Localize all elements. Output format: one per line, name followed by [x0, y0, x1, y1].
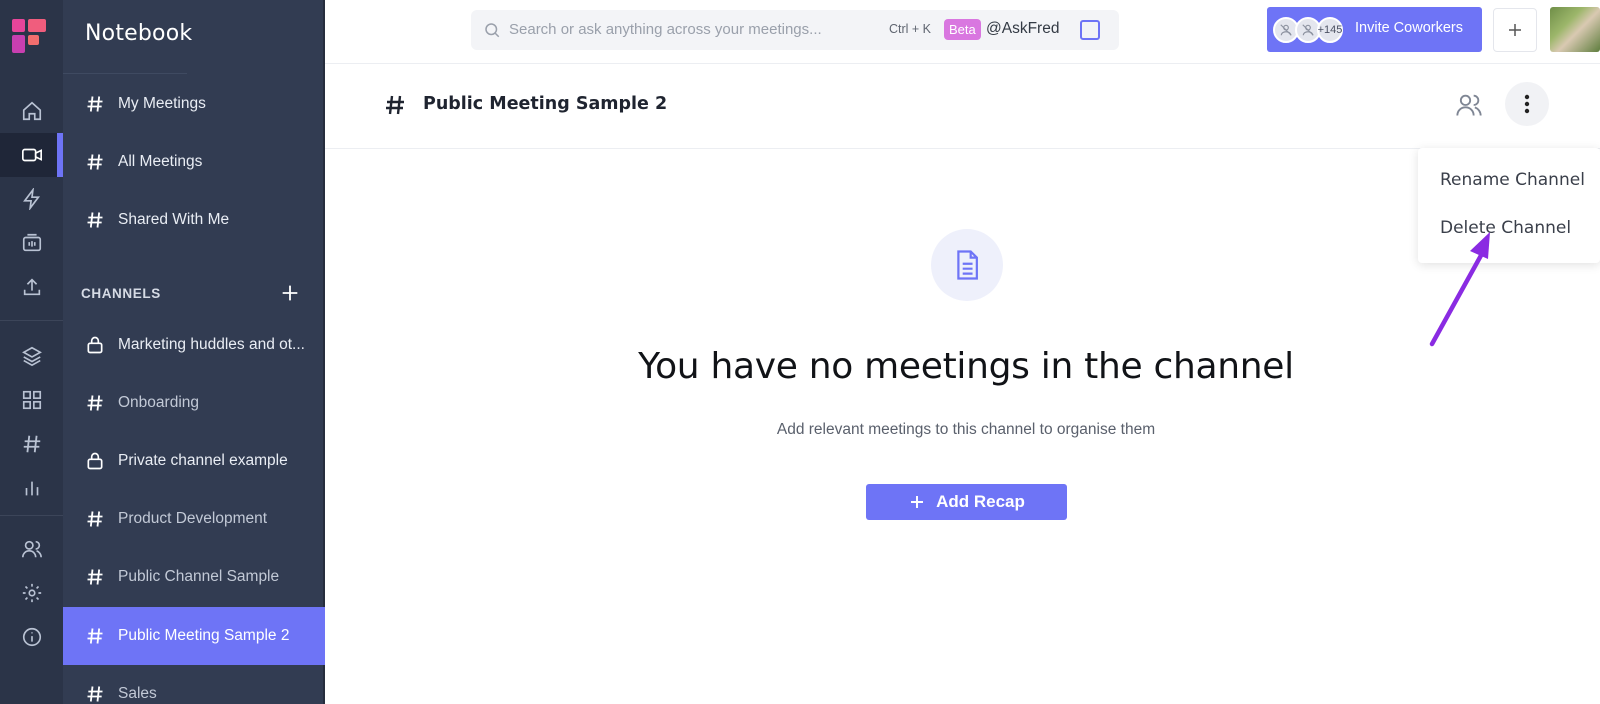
channels-section-title: CHANNELS — [81, 286, 161, 301]
hash-icon — [85, 567, 105, 587]
invite-coworkers-button[interactable]: +145 Invite Coworkers — [1267, 7, 1482, 52]
icon-rail — [0, 0, 63, 704]
search-shortcut-hint: Ctrl + K — [889, 22, 932, 36]
channel-title: Public Meeting Sample 2 — [423, 94, 668, 114]
global-search-bar[interactable]: Search or ask anything across your meeti… — [471, 10, 1119, 50]
sidebar-item-label: Shared With Me — [118, 211, 230, 228]
ask-fred-label[interactable]: @AskFred — [986, 20, 1059, 38]
video-icon[interactable] — [0, 133, 63, 177]
sidebar-item-label: Sales — [118, 685, 157, 702]
sidebar-item-public-meeting-sample-2[interactable]: Public Meeting Sample 2 — [63, 607, 325, 665]
settings-icon[interactable] — [0, 571, 63, 615]
app-brand: Notebook — [85, 21, 193, 46]
beta-badge: Beta — [944, 19, 981, 40]
add-recap-button[interactable]: Add Recap — [866, 484, 1067, 520]
sidebar-item-label: All Meetings — [118, 153, 203, 170]
brand-divider — [63, 73, 187, 74]
hash-icon — [85, 152, 105, 172]
coworker-count-badge: +145 — [1317, 17, 1343, 43]
sidebar-item-all-meetings[interactable]: All Meetings — [63, 133, 325, 191]
empty-state-title: You have no meetings in the channel — [638, 346, 1294, 387]
channel-sidebar: Notebook My Meetings All Meetings Shared… — [63, 0, 325, 704]
rail-divider — [0, 320, 63, 321]
hash-icon — [85, 684, 105, 704]
fireflies-logo[interactable] — [10, 17, 48, 57]
rail-divider — [0, 515, 63, 516]
add-channel-plus-icon[interactable] — [279, 282, 301, 304]
sidebar-item-onboarding[interactable]: Onboarding — [63, 374, 325, 432]
document-icon — [931, 229, 1003, 301]
invite-coworkers-label: Invite Coworkers — [1355, 20, 1463, 36]
info-icon[interactable] — [0, 615, 63, 659]
sidebar-item-label: Private channel example — [118, 452, 288, 469]
hash-icon — [85, 94, 105, 114]
channel-options-menu: Rename Channel Delete Channel — [1418, 148, 1600, 263]
channel-header: Public Meeting Sample 2 — [325, 64, 1600, 149]
lock-icon — [85, 451, 105, 471]
empty-state-subtitle: Add relevant meetings to this channel to… — [776, 421, 1156, 438]
soundbite-icon[interactable] — [0, 221, 63, 265]
delete-channel-option[interactable]: Delete Channel — [1440, 218, 1571, 238]
hash-icon — [85, 210, 105, 230]
top-bar: Search or ask anything across your meeti… — [325, 0, 1600, 64]
search-input[interactable]: Search or ask anything across your meeti… — [509, 21, 822, 38]
user-avatar[interactable] — [1550, 7, 1600, 52]
search-icon — [483, 21, 501, 44]
sidebar-item-private-channel-example[interactable]: Private channel example — [63, 432, 325, 490]
hash-icon[interactable] — [0, 422, 63, 466]
hash-icon — [85, 393, 105, 413]
kebab-icon — [1524, 94, 1530, 114]
more-options-button[interactable] — [1505, 82, 1549, 126]
sidebar-item-label: Product Development — [118, 510, 268, 527]
channel-members-icon[interactable] — [1455, 91, 1483, 124]
rename-channel-option[interactable]: Rename Channel — [1440, 170, 1585, 190]
people-icon[interactable] — [0, 527, 63, 571]
sidebar-item-marketing-huddles[interactable]: Marketing huddles and ot... — [63, 316, 325, 374]
sidebar-item-label: Public Meeting Sample 2 — [118, 627, 290, 644]
lock-icon — [85, 335, 105, 355]
sidebar-item-label: My Meetings — [118, 95, 206, 112]
sidebar-item-label: Onboarding — [118, 394, 200, 411]
layers-icon[interactable] — [0, 334, 63, 378]
home-icon[interactable] — [0, 89, 63, 133]
upload-icon[interactable] — [0, 265, 63, 309]
plus-icon — [911, 496, 924, 508]
ask-fred-toggle[interactable] — [1080, 20, 1100, 40]
sidebar-item-shared-with-me[interactable]: Shared With Me — [63, 191, 325, 249]
create-new-button[interactable] — [1493, 8, 1537, 52]
sidebar-item-my-meetings[interactable]: My Meetings — [63, 75, 325, 133]
sidebar-item-product-development[interactable]: Product Development — [63, 490, 325, 548]
sidebar-item-label: Public Channel Sample — [118, 568, 280, 585]
app-window: Notebook My Meetings All Meetings Shared… — [0, 0, 1600, 704]
sidebar-item-sales[interactable]: Sales — [63, 665, 325, 704]
lightning-icon[interactable] — [0, 177, 63, 221]
sidebar-item-public-channel-sample[interactable]: Public Channel Sample — [63, 548, 325, 606]
add-recap-label: Add Recap — [936, 492, 1025, 511]
chart-icon[interactable] — [0, 466, 63, 510]
hash-icon — [383, 93, 407, 122]
hash-icon — [85, 626, 105, 646]
hash-icon — [85, 509, 105, 529]
sidebar-item-label: Marketing huddles and ot... — [118, 336, 305, 353]
apps-icon[interactable] — [0, 378, 63, 422]
